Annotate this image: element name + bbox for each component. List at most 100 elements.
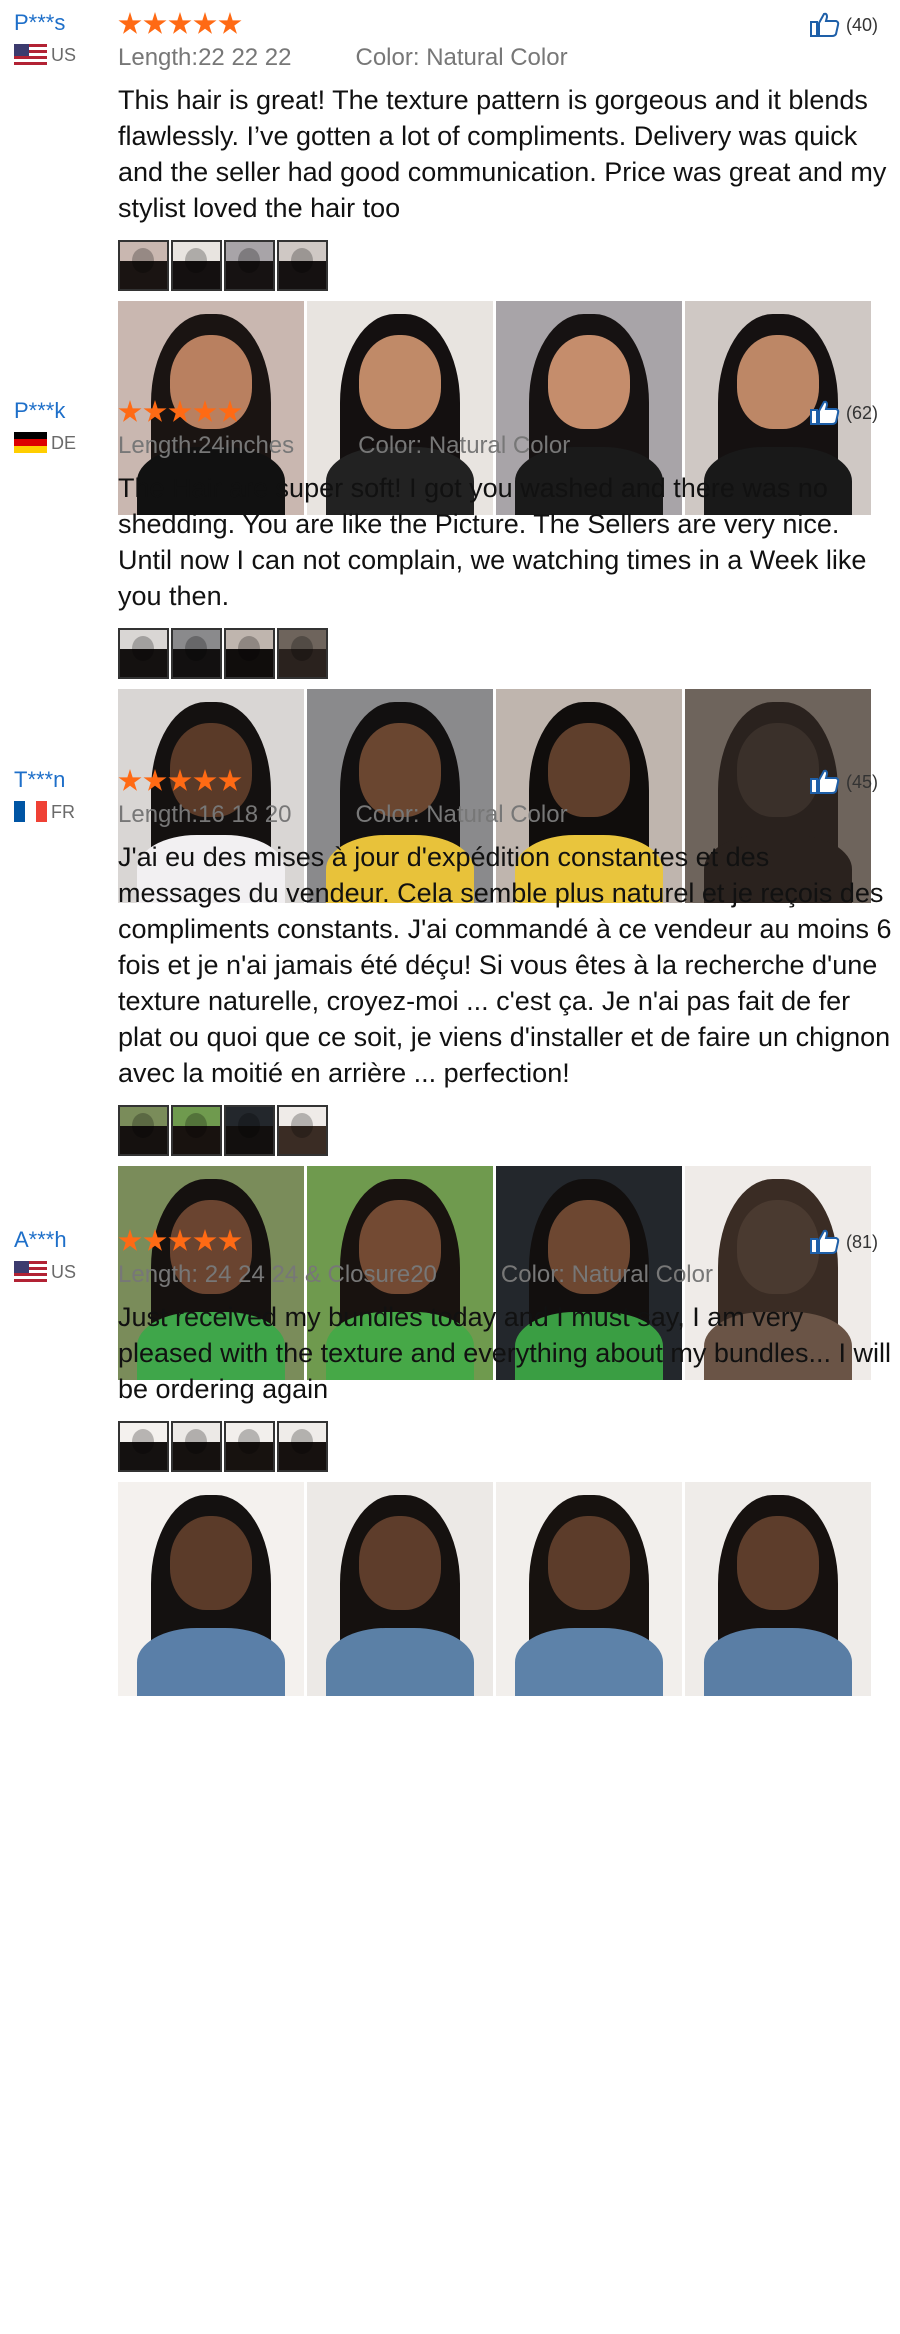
reviewer-country: US bbox=[14, 1261, 114, 1282]
reviewer-info: P***k DE bbox=[14, 398, 114, 453]
star-icon bbox=[118, 12, 142, 34]
star-icon bbox=[218, 400, 242, 422]
star-icon bbox=[218, 1229, 242, 1251]
review-photo[interactable] bbox=[496, 1482, 682, 1696]
purchase-details: Length:22 22 22 Color: Natural Color bbox=[118, 44, 898, 72]
reviewer-name[interactable]: T***n bbox=[14, 767, 114, 793]
de-flag-icon bbox=[14, 432, 47, 453]
star-icon bbox=[118, 400, 142, 422]
helpful-button[interactable]: (45) bbox=[809, 769, 878, 795]
color-option: Color: Natural Color bbox=[358, 432, 571, 459]
star-icon bbox=[168, 12, 192, 34]
us-flag-icon bbox=[14, 1261, 47, 1282]
color-option: Color: Natural Color bbox=[355, 44, 568, 71]
purchase-details: Length: 24 24 24 & Closure20 Color: Natu… bbox=[118, 1261, 898, 1289]
color-option: Color: Natural Color bbox=[355, 801, 568, 828]
thumbs-up-icon bbox=[809, 400, 840, 425]
star-icon bbox=[143, 400, 167, 422]
review-text: The Hair are super soft! I got you washe… bbox=[118, 473, 867, 611]
star-icon bbox=[118, 769, 142, 791]
thumbs-up-icon bbox=[809, 769, 840, 794]
rating-stars bbox=[118, 398, 898, 426]
fr-flag-icon bbox=[14, 801, 47, 822]
review-text: Just received my bundles today and I mus… bbox=[118, 1302, 891, 1404]
reviewer-name[interactable]: P***k bbox=[14, 398, 114, 424]
star-icon bbox=[168, 769, 192, 791]
photo-thumbnail[interactable] bbox=[171, 240, 222, 291]
photo-thumbnail[interactable] bbox=[171, 628, 222, 679]
photo-thumbnail[interactable] bbox=[277, 628, 328, 679]
photo-thumbnail[interactable] bbox=[171, 1421, 222, 1472]
country-code: US bbox=[51, 44, 77, 65]
photo-thumbnail[interactable] bbox=[224, 628, 275, 679]
country-code: DE bbox=[51, 432, 77, 453]
photo-thumbnail[interactable] bbox=[118, 1105, 169, 1156]
purchase-details: Length:16 18 20 Color: Natural Color bbox=[118, 801, 898, 829]
photo-thumbnail[interactable] bbox=[277, 1421, 328, 1472]
photo-thumbnail[interactable] bbox=[224, 1421, 275, 1472]
helpful-button[interactable]: (40) bbox=[809, 12, 878, 38]
photo-thumbnails bbox=[118, 1105, 898, 1156]
purchase-details: Length:24inches Color: Natural Color bbox=[118, 432, 898, 460]
star-icon bbox=[143, 12, 167, 34]
photo-thumbnail[interactable] bbox=[224, 1105, 275, 1156]
reviewer-info: P***s US bbox=[14, 10, 114, 65]
review-photo[interactable] bbox=[118, 1482, 304, 1696]
star-icon bbox=[193, 12, 217, 34]
star-icon bbox=[143, 769, 167, 791]
photo-thumbnail[interactable] bbox=[277, 1105, 328, 1156]
star-icon bbox=[143, 1229, 167, 1251]
reviewer-name[interactable]: A***h bbox=[14, 1227, 114, 1253]
helpful-button[interactable]: (81) bbox=[809, 1229, 878, 1255]
reviewer-info: A***h US bbox=[14, 1227, 114, 1282]
star-icon bbox=[168, 400, 192, 422]
star-icon bbox=[218, 12, 242, 34]
thumbs-up-icon bbox=[809, 1229, 840, 1254]
photo-thumbnail[interactable] bbox=[277, 240, 328, 291]
review-photo[interactable] bbox=[685, 1482, 871, 1696]
reviewer-name[interactable]: P***s bbox=[14, 10, 114, 36]
photo-thumbnails bbox=[118, 240, 898, 291]
country-code: US bbox=[51, 1261, 77, 1282]
reviewer-country: FR bbox=[14, 801, 114, 822]
review-photo[interactable] bbox=[307, 1482, 493, 1696]
rating-stars bbox=[118, 1227, 898, 1255]
length-option: Length:22 22 22 bbox=[118, 44, 292, 71]
photo-thumbnail[interactable] bbox=[224, 240, 275, 291]
like-count: (40) bbox=[845, 14, 878, 35]
thumbs-up-icon bbox=[809, 12, 840, 37]
photo-thumbnail[interactable] bbox=[171, 1105, 222, 1156]
reviewer-info: T***n FR bbox=[14, 767, 114, 822]
review-card: T***n FR (45) Length:16 18 20 Color: Nat… bbox=[0, 767, 900, 1380]
star-icon bbox=[118, 1229, 142, 1251]
review-photos bbox=[118, 1482, 898, 1696]
rating-stars bbox=[118, 767, 898, 795]
photo-thumbnails bbox=[118, 1421, 898, 1472]
photo-thumbnail[interactable] bbox=[118, 240, 169, 291]
like-count: (62) bbox=[845, 402, 878, 423]
review-text: J'ai eu des mises à jour d'expédition co… bbox=[118, 842, 892, 1088]
photo-thumbnail[interactable] bbox=[118, 628, 169, 679]
review-card: A***h US (81) Length: 24 24 24 & Closure… bbox=[0, 1227, 900, 1696]
review-content: (81) Length: 24 24 24 & Closure20 Color:… bbox=[118, 1227, 898, 1696]
review-card: P***k DE (62) Length:24inches Color: Nat… bbox=[0, 398, 900, 903]
review-card: P***s US (40) Length:22 22 22 Color: Nat… bbox=[0, 10, 900, 515]
star-icon bbox=[193, 400, 217, 422]
reviewer-country: DE bbox=[14, 432, 114, 453]
star-icon bbox=[218, 769, 242, 791]
review-text: This hair is great! The texture pattern … bbox=[118, 85, 887, 223]
helpful-button[interactable]: (62) bbox=[809, 400, 878, 426]
color-option: Color: Natural Color bbox=[500, 1261, 713, 1288]
like-count: (81) bbox=[845, 1231, 878, 1252]
reviewer-country: US bbox=[14, 44, 114, 65]
country-code: FR bbox=[51, 801, 75, 822]
us-flag-icon bbox=[14, 44, 47, 65]
length-option: Length: 24 24 24 & Closure20 bbox=[118, 1261, 437, 1288]
photo-thumbnails bbox=[118, 628, 898, 679]
star-icon bbox=[193, 769, 217, 791]
photo-thumbnail[interactable] bbox=[118, 1421, 169, 1472]
like-count: (45) bbox=[845, 771, 878, 792]
length-option: Length:24inches bbox=[118, 432, 295, 459]
rating-stars bbox=[118, 10, 898, 38]
star-icon bbox=[168, 1229, 192, 1251]
